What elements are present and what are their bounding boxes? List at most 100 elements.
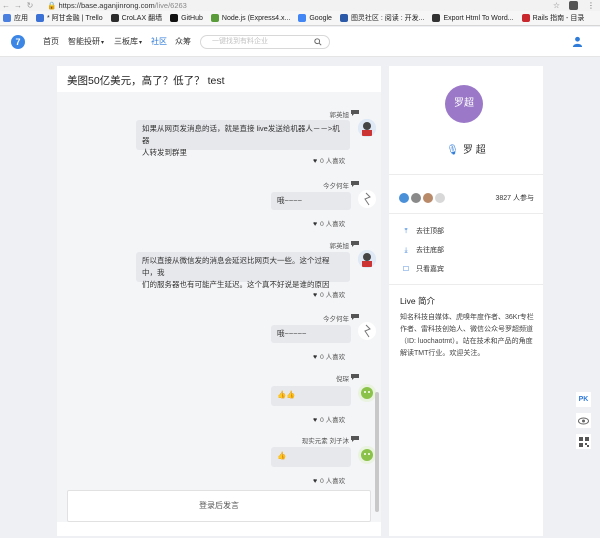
bookmark-item[interactable]: Rails 指南 - 目录 [521,13,585,23]
message-bubble: 所以直接从微信发的消息会延迟比网页大一些。这个过程中，我 们的服务器也有可能产生… [136,252,350,289]
avatar[interactable] [358,190,376,208]
extension-icon[interactable] [569,1,578,10]
avatar[interactable] [358,446,376,464]
bookmark-item[interactable]: Google [298,14,332,22]
login-to-comment-button[interactable]: 登录后发言 [67,490,371,522]
message-author: 今夕何年 [323,316,349,323]
site-header: 7 首页 智能投研▾ 三板库▾ 社区 众筹 一键找到有料企业 [0,27,600,57]
like-button[interactable]: ♥ 0 人喜欢 [313,351,345,361]
host-avatar[interactable]: 罗超 [445,85,483,123]
nav-home[interactable]: 首页 [43,27,59,57]
avatar[interactable] [358,384,376,402]
reload-icon[interactable]: ↻ [24,0,36,11]
comment-icon [351,314,359,320]
bookmark-item[interactable]: CroLAX 翻墙 [110,13,162,23]
like-count: 0 人喜欢 [320,417,346,424]
nav-research[interactable]: 智能投研▾ [68,27,104,58]
bookmark-item[interactable]: Export Html To Word... [432,14,514,22]
guests-only-link[interactable]: ☐ 只看嘉宾 [401,264,444,274]
bookmark-favicon-icon [210,14,219,22]
bookmark-item[interactable]: 图灵社区 : 阅读 : 开发... [339,13,424,23]
message-text-line: 哦~~~~~ [277,329,307,338]
bookmark-label: Google [309,14,332,22]
bookmark-label: 应用 [14,15,28,22]
like-button[interactable]: ♥ 0 人喜欢 [313,155,345,165]
chat-scrollbar[interactable] [375,392,379,512]
nav-home-label: 首页 [43,37,59,46]
bookmark-label: GitHub [181,14,203,22]
heart-icon: ♥ [313,158,318,165]
chevron-down-icon: ▾ [139,40,143,46]
bookmark-item[interactable]: 应用 [3,13,28,23]
bookmark-item[interactable]: GitHub [170,14,203,22]
participant-count: 3827 人参与 [495,195,534,202]
bookmark-label: * 阿甘金融 | Trello [47,15,103,22]
heart-icon: ♥ [313,417,318,424]
message-text-line: 👍 [277,451,287,460]
search-icon[interactable] [314,38,322,46]
like-count: 0 人喜欢 [320,292,346,299]
bookmark-item[interactable]: * 阿甘金融 | Trello [36,13,103,23]
bookmark-favicon-icon [339,14,348,22]
bookmark-favicon-icon [521,14,530,22]
like-button[interactable]: ♥ 0 人喜欢 [313,414,345,424]
avatar[interactable] [358,250,376,268]
comment-icon [351,436,359,442]
participant-avatar[interactable] [411,193,421,203]
live-title: 美图50亿美元，高了？低了？ test [67,75,225,87]
like-count: 0 人喜欢 [320,354,346,361]
arrow-up-to-top-icon: ⤒ [404,228,408,235]
arrow-down-to-bottom-icon: ⤓ [404,247,408,254]
pk-button[interactable]: PK [576,392,591,407]
host-name: 🎙 罗 超 [389,141,543,156]
participant-avatar[interactable] [435,193,445,203]
host-sidebar: 罗超 🎙 罗 超 3827 人参与 ⤒ 去往顶部 ⤓ 去往底部 ☐ 只看嘉宾 Live … [389,66,543,536]
message-stream[interactable]: 郭英旭 如果从网页发消息的话，就是直接 live发送给机器人－－>机器 人转发到… [57,92,381,522]
nav-crowdfunding[interactable]: 众筹 [175,27,191,57]
url-field[interactable]: 🔒 https://base.aganjinrong.com/live/6263 [47,0,187,11]
avatar[interactable] [358,322,376,340]
live-intro-title: Live 简介 [400,296,435,306]
participant-avatar[interactable] [423,193,433,203]
search-input[interactable]: 一键找到有料企业 [200,35,330,49]
avatar[interactable] [358,119,376,137]
chat-panel: 美图50亿美元，高了？低了？ test 郭英旭 如果从网页发消息的话，就是直接 … [57,66,381,536]
like-button[interactable]: ♥ 0 人喜欢 [313,218,345,228]
like-count: 0 人喜欢 [320,158,346,165]
eye-icon[interactable] [576,413,591,428]
back-icon[interactable]: ← [0,0,12,11]
bookmark-label: Node.js (Express4.x... [221,14,291,22]
forward-icon[interactable]: → [12,0,24,11]
bookmark-label: Rails 指南 - 目录 [532,15,585,22]
message-text-line: 哦~~~~ [277,196,303,205]
participant-avatar[interactable] [399,193,409,203]
bookmark-favicon-icon [298,14,307,22]
message-bubble: 👍 [271,447,351,467]
nav-community[interactable]: 社区 [151,27,167,57]
like-count: 0 人喜欢 [320,221,346,228]
message-text-line: 👍👍 [277,390,296,399]
like-button[interactable]: ♥ 0 人喜欢 [313,289,345,299]
nav-neeq[interactable]: 三板库▾ [114,27,142,58]
comment-icon [351,241,359,247]
browser-menu-icon[interactable]: ⋮ [587,0,595,11]
heart-icon: ♥ [313,478,318,485]
message-bubble: 哦~~~~~ [271,325,351,343]
go-bottom-link[interactable]: ⤓ 去往底部 [401,245,444,255]
go-top-link[interactable]: ⤒ 去往顶部 [401,226,444,236]
bookmark-star-icon[interactable]: ☆ [553,0,560,11]
message-bubble: 哦~~~~ [271,192,351,210]
bookmark-item[interactable]: Node.js (Express4.x... [210,14,291,22]
bookmark-favicon-icon [36,14,44,22]
like-button[interactable]: ♥ 0 人喜欢 [313,475,345,485]
go-top-label: 去往顶部 [416,228,444,235]
site-logo[interactable]: 7 [11,35,25,49]
qr-code-icon[interactable] [576,434,591,449]
chevron-down-icon: ▾ [101,40,105,46]
like-count: 0 人喜欢 [320,478,346,485]
url-path: /live/6263 [154,1,187,10]
nav-research-label: 智能投研 [68,37,100,46]
user-icon[interactable] [572,36,583,47]
comment-icon [351,181,359,187]
message-author: 今夕何年 [323,183,349,190]
